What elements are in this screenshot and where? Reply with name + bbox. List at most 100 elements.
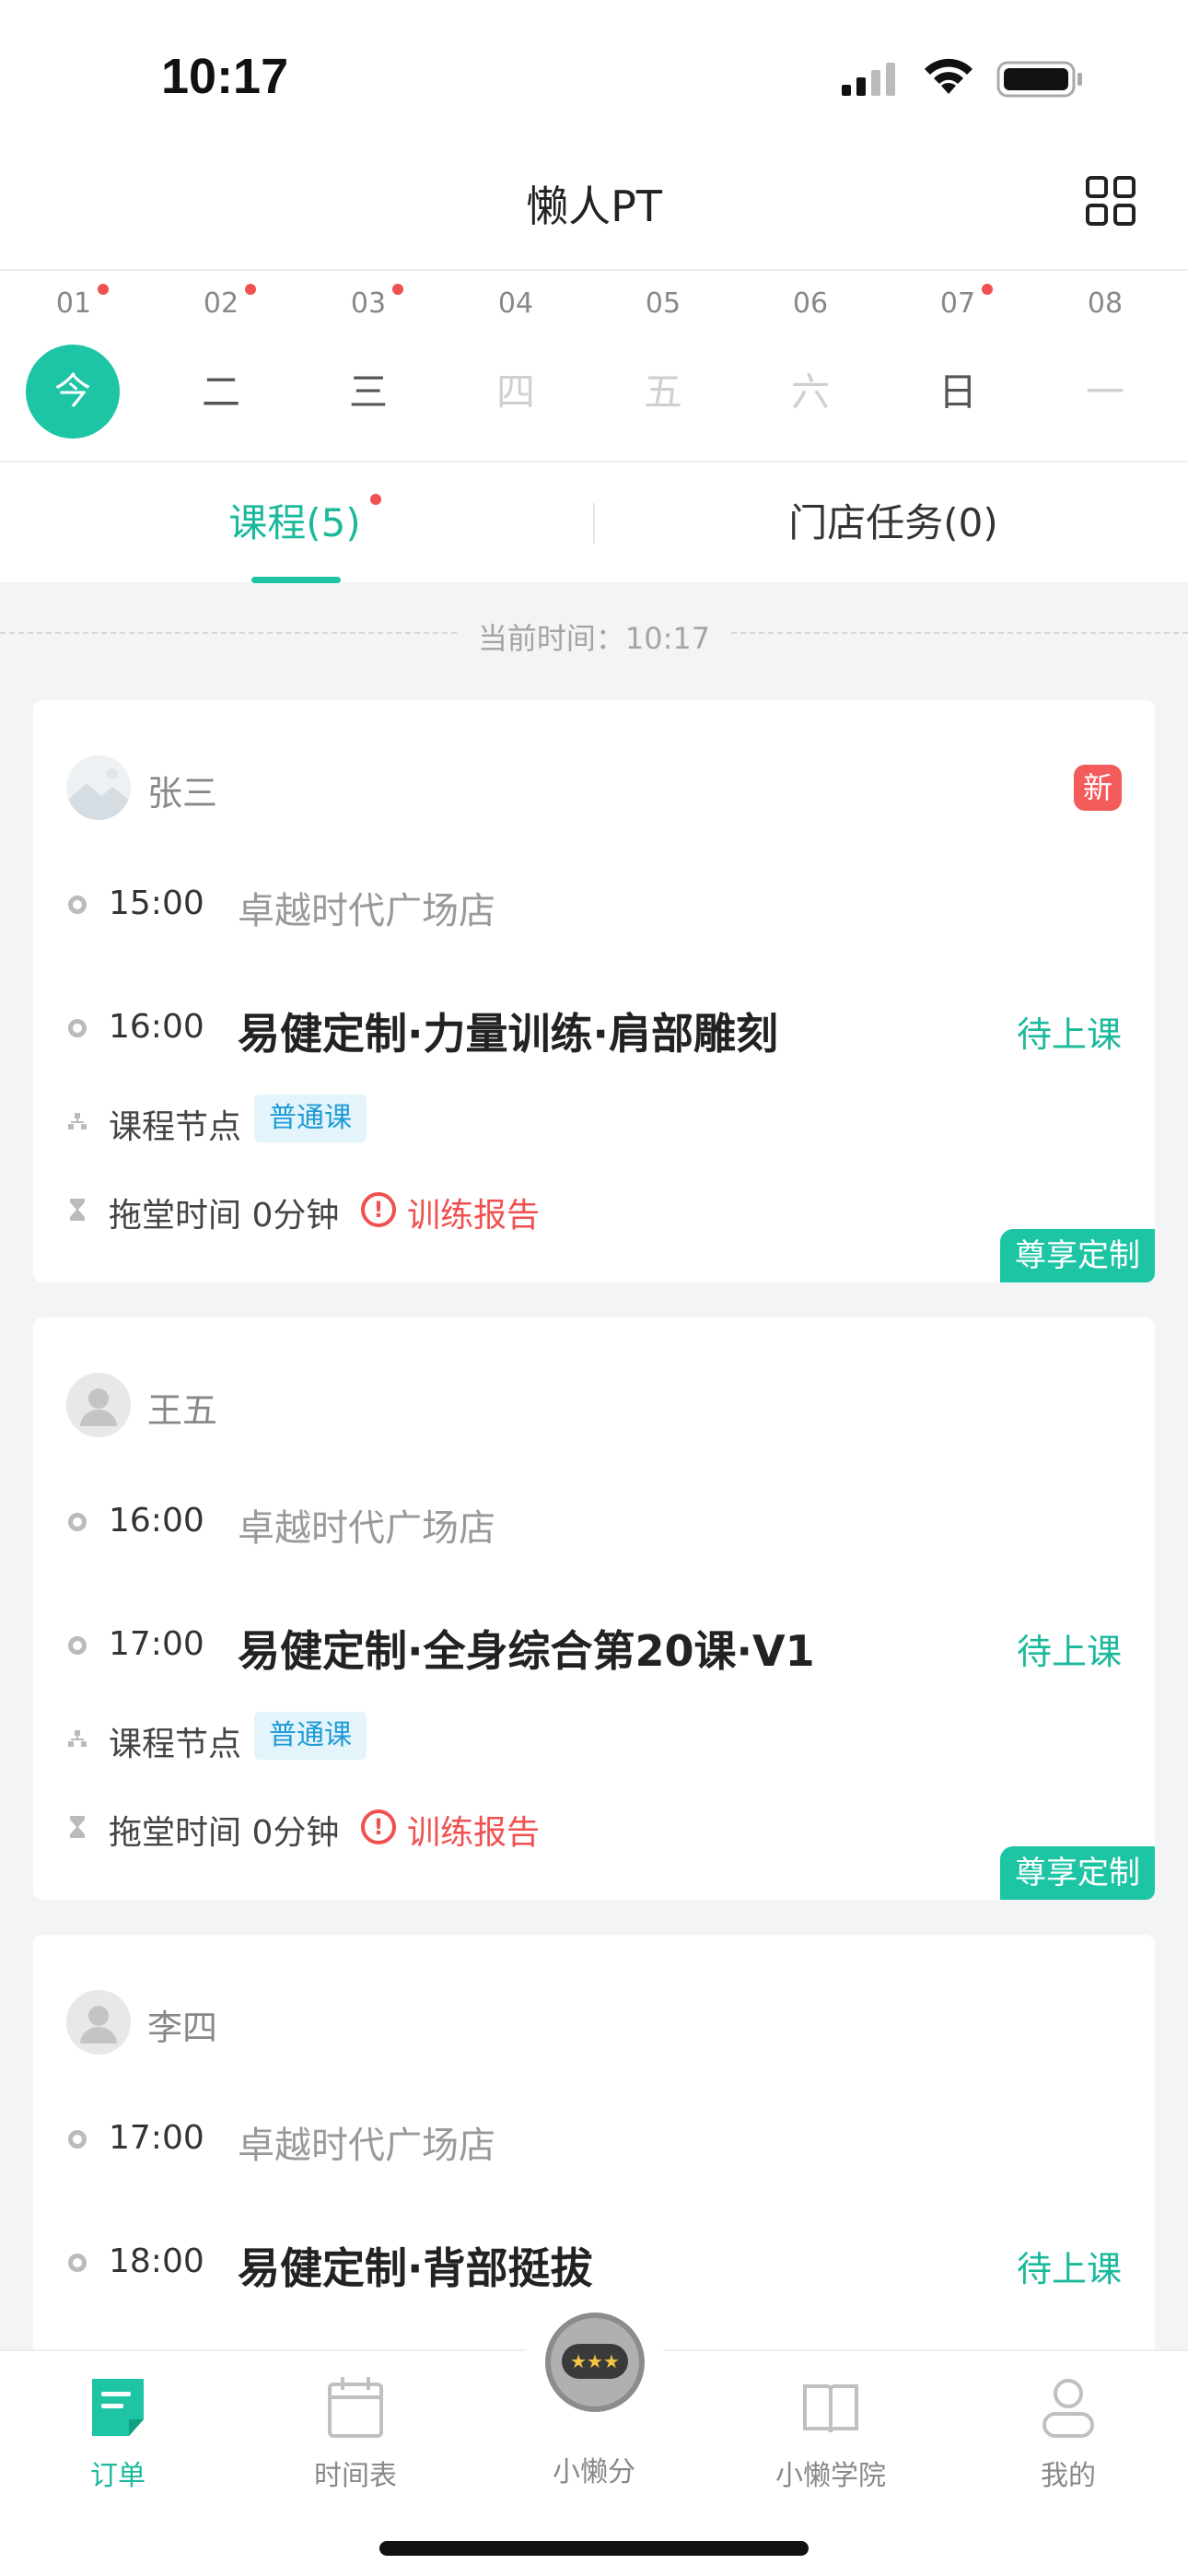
tab-underline	[251, 577, 341, 583]
location-pin-icon	[68, 1513, 87, 1531]
day-weekday: 日	[938, 369, 977, 415]
day-dot	[98, 284, 109, 295]
day-weekday: 三	[348, 369, 388, 415]
course-card[interactable]: 张三 新 15:00 卓越时代广场店 16:00 易健定制·力量训练·肩部雕刻 …	[33, 700, 1155, 1282]
book-icon	[803, 2384, 858, 2433]
student-name: 张三	[147, 773, 218, 814]
today-circle: 今	[26, 345, 120, 439]
nav-header: 懒人PT	[0, 147, 1188, 271]
class-time: 18:00	[109, 2242, 204, 2280]
avatar	[66, 755, 131, 820]
course-type-tag: 普通课	[254, 1095, 367, 1142]
day-number: 06	[792, 287, 829, 320]
hourglass-icon	[70, 1816, 85, 1838]
store-time: 16:00	[109, 1502, 204, 1540]
avatar	[66, 1990, 131, 2055]
time-pin-icon	[68, 2254, 87, 2272]
tab-courses[interactable]: 课程(5)	[203, 463, 387, 584]
store-name: 卓越时代广场店	[238, 1507, 495, 1550]
training-report-link[interactable]: 训练报告	[407, 1188, 540, 1236]
nav-label: 小懒分	[553, 2456, 635, 2488]
profile-icon	[1042, 2379, 1094, 2438]
day-weekday: 五	[643, 369, 682, 415]
calendar-icon	[328, 2377, 383, 2438]
divider	[0, 632, 457, 634]
drag-time: 拖堂时间 0分钟	[109, 1814, 340, 1852]
day-04[interactable]: 04 四	[442, 271, 589, 461]
divider	[731, 632, 1188, 634]
node-icon	[68, 1730, 87, 1747]
node-label: 课程节点	[109, 1108, 242, 1146]
day-weekday: 二	[201, 369, 240, 415]
status-label: 待上课	[1016, 1632, 1122, 1672]
tab-bar: 课程(5) 门店任务(0)	[0, 461, 1188, 584]
day-number: 05	[645, 287, 681, 320]
course-type-tag: 普通课	[254, 1712, 367, 1760]
nav-schedule[interactable]: 时间表	[263, 2351, 448, 2508]
class-time: 16:00	[109, 1008, 204, 1046]
week-strip: 01 今 02 二 03 三 04 四 05 五 06 六 07 日 08 一	[0, 271, 1188, 461]
status-bar: 10:17	[0, 0, 1188, 147]
battery-icon	[996, 61, 1082, 98]
nav-label: 时间表	[314, 2460, 397, 2492]
status-label: 待上课	[1016, 1014, 1122, 1055]
student-name: 王五	[147, 1390, 218, 1431]
order-icon	[92, 2379, 144, 2436]
day-dot	[245, 284, 256, 295]
day-number: 08	[1087, 287, 1124, 320]
node-icon	[68, 1113, 87, 1130]
store-time: 17:00	[109, 2119, 204, 2157]
day-05[interactable]: 05 五	[589, 271, 737, 461]
course-card[interactable]: 王五 16:00 卓越时代广场店 17:00 易健定制·全身综合第20课·V1 …	[33, 1317, 1155, 1900]
alert-icon: !	[361, 1809, 396, 1844]
training-report-link[interactable]: 训练报告	[407, 1806, 540, 1854]
nav-academy[interactable]: 小懒学院	[739, 2351, 923, 2508]
day-08[interactable]: 08 一	[1031, 271, 1179, 461]
page-title: 懒人PT	[526, 181, 662, 231]
nav-profile[interactable]: 我的	[976, 2351, 1160, 2508]
class-time: 17:00	[109, 1625, 204, 1663]
store-name: 卓越时代广场店	[238, 890, 495, 932]
day-dot	[982, 284, 993, 295]
node-label: 课程节点	[109, 1726, 242, 1763]
grid-menu-icon[interactable]	[1085, 175, 1136, 227]
signal-icon	[842, 63, 895, 96]
status-label: 待上课	[1016, 2249, 1122, 2289]
day-number: 03	[350, 287, 387, 320]
nav-label: 小懒学院	[775, 2460, 886, 2492]
tab-store-tasks[interactable]: 门店任务(0)	[764, 463, 1022, 584]
student-name: 李四	[147, 2008, 218, 2048]
svg-text:★★★: ★★★	[570, 2350, 620, 2372]
course-title: 易健定制·背部挺拔	[238, 2243, 593, 2293]
drag-time: 拖堂时间 0分钟	[109, 1197, 340, 1235]
vip-tag: 尊享定制	[1000, 1846, 1155, 1900]
robot-icon[interactable]: ★★★	[543, 2311, 646, 2414]
day-dot	[392, 284, 403, 295]
hourglass-icon	[70, 1199, 85, 1221]
day-07[interactable]: 07 日	[884, 271, 1031, 461]
avatar	[66, 1373, 131, 1437]
nav-orders[interactable]: 订单	[26, 2351, 210, 2508]
landscape-avatar-icon	[66, 755, 131, 820]
day-06[interactable]: 06 六	[737, 271, 884, 461]
current-time-row: 当前时间：10:17	[0, 610, 1188, 656]
new-badge: 新	[1074, 765, 1122, 811]
current-time-text: 当前时间：10:17	[477, 621, 711, 656]
tab-divider	[593, 503, 595, 544]
day-weekday: 一	[1085, 369, 1124, 415]
store-time: 15:00	[109, 884, 204, 922]
course-title: 易健定制·全身综合第20课·V1	[238, 1626, 815, 1676]
time-pin-icon	[68, 1019, 87, 1037]
day-01[interactable]: 01 今	[0, 271, 147, 461]
location-pin-icon	[68, 896, 87, 914]
day-02[interactable]: 02 二	[147, 271, 295, 461]
day-number: 07	[939, 287, 976, 320]
time-pin-icon	[68, 1636, 87, 1655]
home-indicator	[379, 2541, 809, 2556]
day-03[interactable]: 03 三	[295, 271, 442, 461]
store-name: 卓越时代广场店	[238, 2125, 495, 2167]
day-number: 04	[497, 287, 534, 320]
person-avatar-icon	[66, 1373, 131, 1437]
day-weekday: 四	[495, 369, 535, 415]
day-number: 02	[203, 287, 239, 320]
